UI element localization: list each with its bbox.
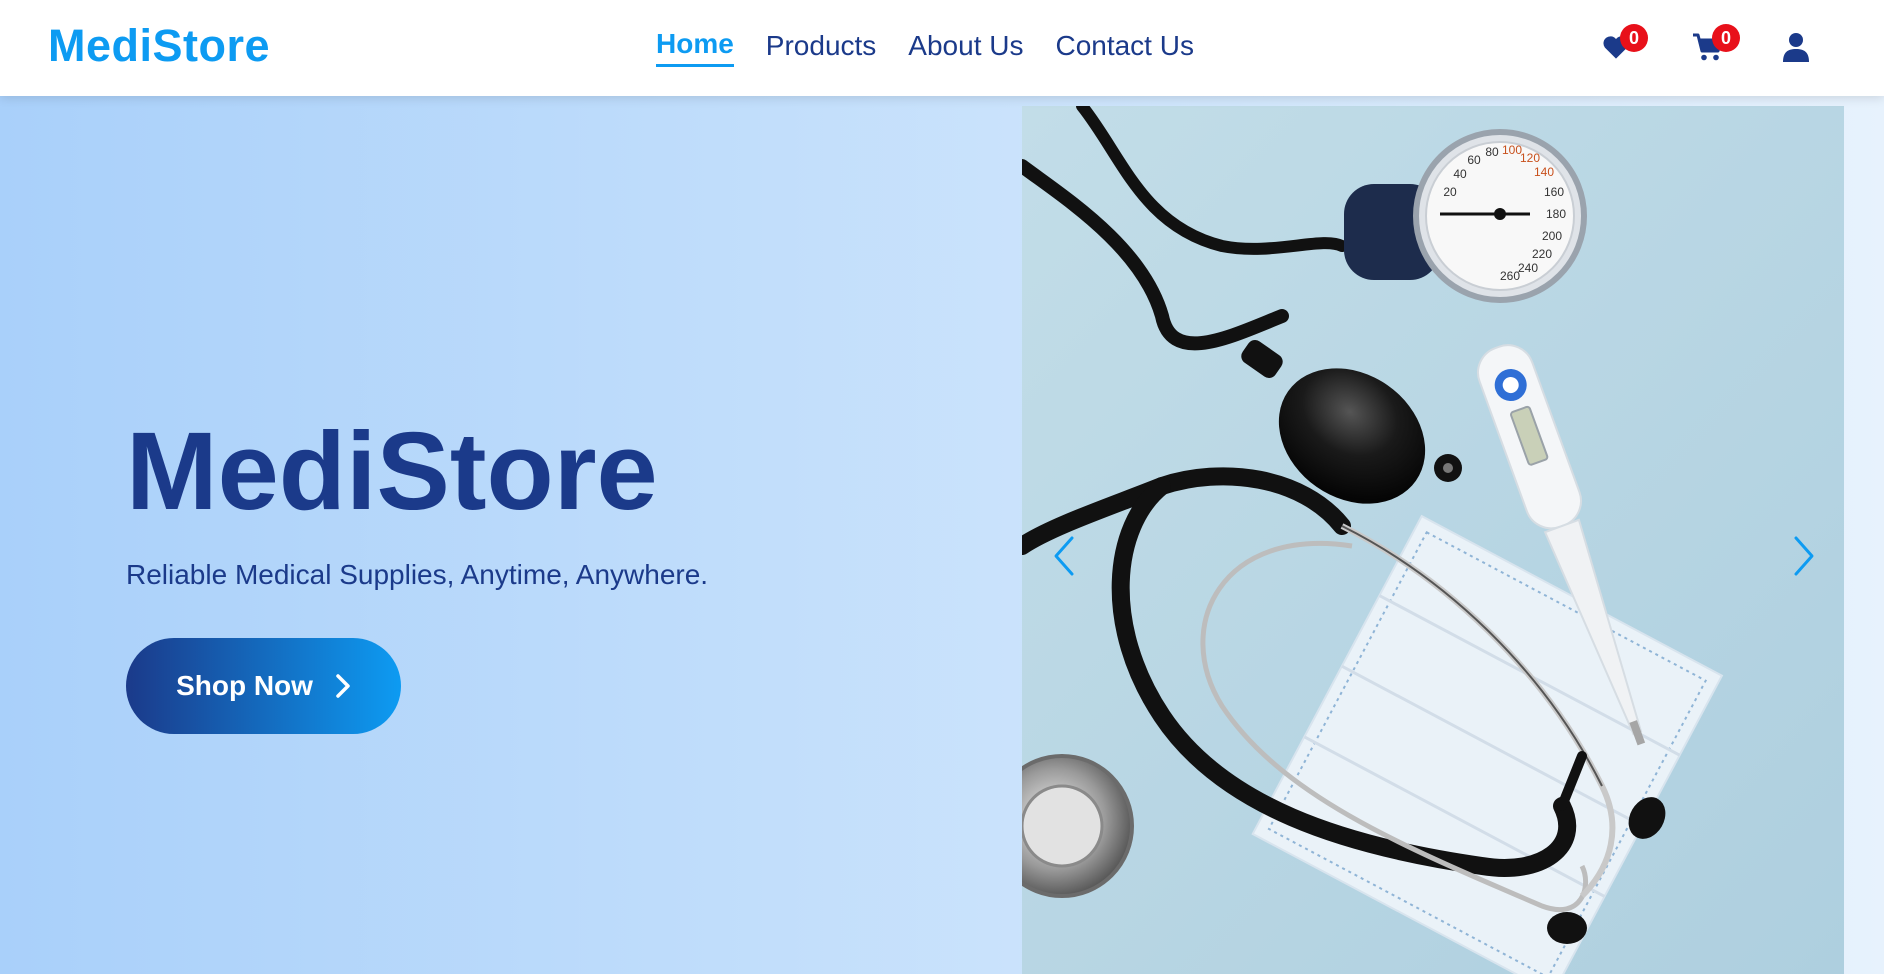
gauge-tick-label: 40 xyxy=(1453,167,1467,181)
chevron-left-icon xyxy=(1054,536,1074,576)
cart-count-badge: 0 xyxy=(1712,24,1740,52)
main-nav: Home Products About Us Contact Us xyxy=(656,28,1194,67)
hero-title: MediStore xyxy=(126,410,658,533)
gauge-tick-label: 180 xyxy=(1546,207,1566,221)
nav-about-link[interactable]: About Us xyxy=(908,30,1023,66)
gauge-tick-label: 120 xyxy=(1520,151,1540,165)
nav-products-link[interactable]: Products xyxy=(766,30,877,66)
chevron-right-icon xyxy=(336,674,350,698)
account-button[interactable] xyxy=(1778,30,1814,64)
gauge-tick-label: 260 xyxy=(1500,269,1520,283)
gauge-tick-label: 160 xyxy=(1544,185,1564,199)
gauge-tick-label: 140 xyxy=(1534,165,1554,179)
nav-home-link[interactable]: Home xyxy=(656,28,734,67)
user-icon xyxy=(1783,33,1809,62)
hero-carousel: 20 40 60 80 100 120 140 160 180 200 220 … xyxy=(1022,106,1844,974)
shop-now-button[interactable]: Shop Now xyxy=(126,638,401,734)
carousel-next-button[interactable] xyxy=(1784,526,1824,586)
nav-contact-link[interactable]: Contact Us xyxy=(1055,30,1194,66)
wishlist-button[interactable]: 0 xyxy=(1598,24,1648,64)
gauge-tick-label: 240 xyxy=(1518,261,1538,275)
hero-tagline: Reliable Medical Supplies, Anytime, Anyw… xyxy=(126,559,709,590)
medical-supplies-image: 20 40 60 80 100 120 140 160 180 200 220 … xyxy=(1022,106,1844,974)
chevron-right-icon xyxy=(1794,536,1814,576)
gauge-tick-label: 60 xyxy=(1467,153,1481,167)
gauge-tick-label: 80 xyxy=(1485,145,1499,159)
gauge-tick-label: 200 xyxy=(1542,229,1562,243)
brand-logo[interactable]: MediStore xyxy=(48,20,270,72)
cart-button[interactable]: 0 xyxy=(1690,24,1740,64)
gauge-tick-label: 220 xyxy=(1532,247,1552,261)
wishlist-count-badge: 0 xyxy=(1620,24,1648,52)
site-header: MediStore Home Products About Us Contact… xyxy=(0,0,1884,96)
carousel-prev-button[interactable] xyxy=(1044,526,1084,586)
gauge-tick-label: 20 xyxy=(1443,185,1457,199)
shop-now-label: Shop Now xyxy=(176,670,313,701)
